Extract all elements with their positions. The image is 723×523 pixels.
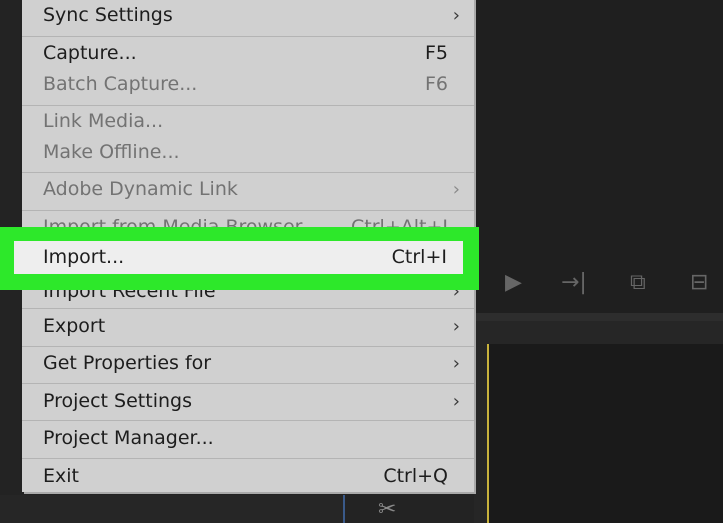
menu-item-label: Capture... xyxy=(43,42,137,64)
menu-item-capture[interactable]: Capture... F5 xyxy=(22,36,474,70)
menu-item-label: Link Media... xyxy=(43,110,164,132)
menu-item-sync-settings[interactable]: Sync Settings › xyxy=(22,0,474,32)
project-panel-strip xyxy=(0,495,345,523)
menu-item-label: Export xyxy=(43,315,106,337)
menu-item-shortcut: F6 xyxy=(424,73,448,95)
menu-item-label: Get Properties for xyxy=(43,352,212,374)
menu-item-batch-capture: Batch Capture... F6 xyxy=(22,67,474,101)
menu-item-project-manager[interactable]: Project Manager... xyxy=(22,421,474,455)
program-monitor-panel xyxy=(474,0,723,313)
menu-item-shortcut: F5 xyxy=(424,42,448,64)
overwrite-icon[interactable]: ⊟ xyxy=(690,271,708,295)
menu-item-label: Sync Settings xyxy=(43,4,173,26)
menu-item-label: Batch Capture... xyxy=(43,73,198,95)
menu-item-shortcut: Ctrl+Q xyxy=(383,465,448,487)
chevron-right-icon: › xyxy=(452,315,460,337)
timeline-track-area[interactable] xyxy=(487,344,723,523)
menu-item-project-settings[interactable]: Project Settings › xyxy=(22,384,474,418)
menu-item-label: Project Settings xyxy=(43,390,192,412)
insert-icon[interactable]: ⧉ xyxy=(630,271,646,295)
menu-item-link-media: Link Media... xyxy=(22,104,474,138)
menu-item-label: Make Offline... xyxy=(43,141,180,163)
menu-item-export[interactable]: Export › xyxy=(22,309,474,343)
panel-focus-edge xyxy=(343,495,345,523)
menu-item-label: Exit xyxy=(43,465,79,487)
menu-item-import[interactable]: Import... Ctrl+I xyxy=(14,241,463,274)
go-to-out-icon[interactable]: →| xyxy=(561,271,587,295)
chevron-right-icon: › xyxy=(452,390,460,412)
menu-item-label: Import... xyxy=(43,246,125,268)
razor-tool-icon[interactable]: ✂ xyxy=(378,497,396,522)
menu-item-adobe-dynamic-link: Adobe Dynamic Link › xyxy=(22,172,474,206)
panel-divider[interactable] xyxy=(474,313,723,321)
chevron-right-icon: › xyxy=(452,178,460,200)
menu-item-exit[interactable]: Exit Ctrl+Q xyxy=(22,459,474,493)
menu-item-shortcut: Ctrl+I xyxy=(391,246,447,268)
menu-item-get-properties-for[interactable]: Get Properties for › xyxy=(22,346,474,380)
step-forward-icon[interactable]: ▶ xyxy=(505,271,522,295)
menu-item-label: Project Manager... xyxy=(43,427,214,449)
chevron-right-icon: › xyxy=(452,4,460,26)
menu-item-label: Adobe Dynamic Link xyxy=(43,178,238,200)
chevron-right-icon: › xyxy=(452,352,460,374)
menu-item-make-offline: Make Offline... xyxy=(22,135,474,169)
